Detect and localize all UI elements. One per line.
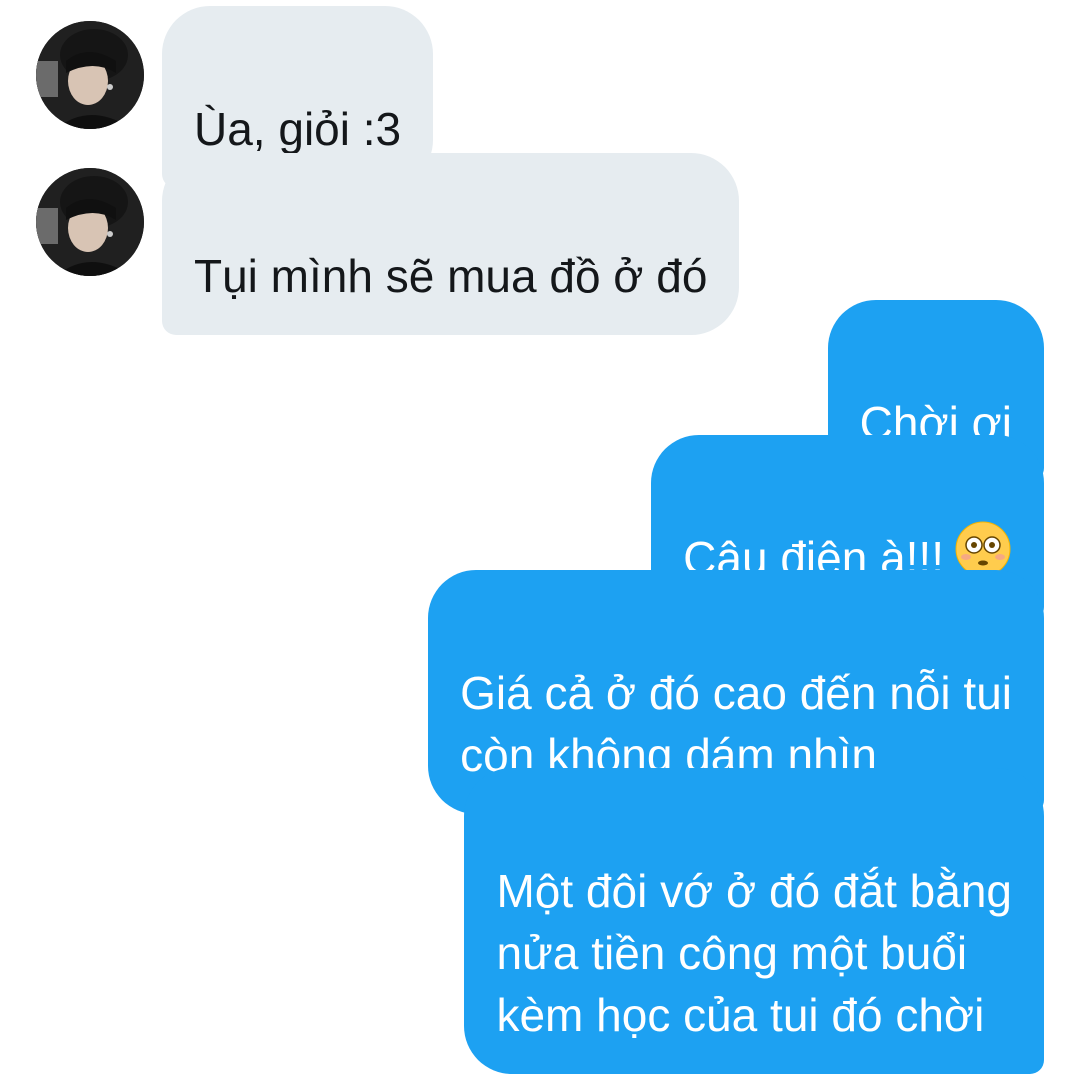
message-text: Một đôi vớ ở đó đắt bằng nửa tiền công m…	[496, 865, 1012, 1041]
message-text: Ùa, giỏi :3	[194, 103, 402, 155]
avatar-photo-icon	[36, 168, 144, 276]
contact-avatar[interactable]	[36, 21, 144, 129]
message-text: Tụi mình sẽ mua đồ ở đó	[194, 250, 708, 302]
contact-avatar[interactable]	[36, 168, 144, 276]
message-bubble-incoming[interactable]: Tụi mình sẽ mua đồ ở đó	[162, 153, 740, 335]
message-bubble-outgoing[interactable]: Một đôi vớ ở đó đắt bằng nửa tiền công m…	[464, 768, 1044, 1074]
message-text: Giá cả ở đó cao đến nỗi tui còn không dá…	[460, 667, 1012, 781]
avatar-photo-icon	[36, 21, 144, 129]
